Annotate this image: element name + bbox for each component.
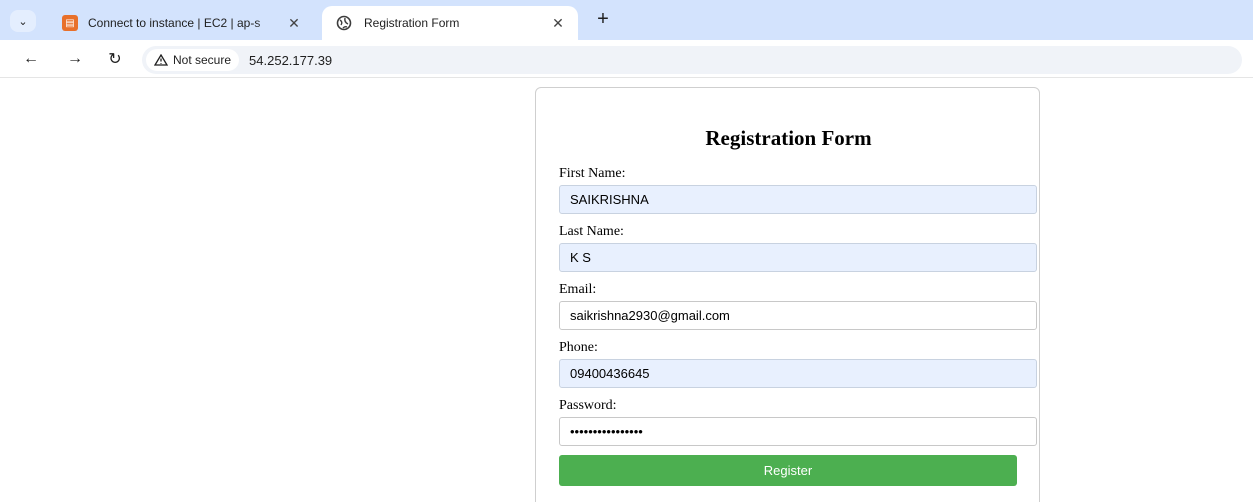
tab-strip: ⌄ ▤ Connect to instance | EC2 | ap-s ✕ R…	[0, 0, 1253, 40]
browser-toolbar: ← → ↻ Not secure 54.252.177.39	[0, 40, 1253, 78]
tab-ec2-connect[interactable]: ▤ Connect to instance | EC2 | ap-s ✕	[52, 6, 314, 40]
phone-input[interactable]	[559, 359, 1037, 388]
tab-registration-form[interactable]: Registration Form ✕	[322, 6, 578, 40]
password-input[interactable]	[559, 417, 1037, 446]
new-tab-button[interactable]: +	[592, 8, 614, 31]
register-button[interactable]: Register	[559, 455, 1017, 486]
email-label: Email:	[559, 282, 597, 297]
tab-title: Connect to instance | EC2 | ap-s	[88, 16, 261, 30]
first-name-input[interactable]	[559, 185, 1037, 214]
aws-favicon-icon: ▤	[62, 15, 78, 31]
first-name-label: First Name:	[559, 166, 626, 181]
tab-title: Registration Form	[364, 16, 460, 30]
globe-icon	[336, 15, 352, 31]
forward-button[interactable]: →	[64, 48, 86, 70]
form-title: Registration Form	[705, 126, 872, 150]
reload-button[interactable]: ↻	[104, 48, 126, 70]
arrow-right-icon: →	[67, 50, 83, 67]
close-icon[interactable]: ✕	[548, 15, 568, 32]
arrow-left-icon: ←	[23, 50, 39, 67]
last-name-label: Last Name:	[559, 224, 624, 239]
warning-icon	[154, 54, 168, 66]
address-bar[interactable]: Not secure 54.252.177.39	[142, 46, 1242, 74]
tab-search-button[interactable]: ⌄	[10, 10, 36, 32]
chevron-down-icon: ⌄	[18, 15, 28, 28]
security-chip[interactable]: Not secure	[146, 49, 240, 71]
registration-form-card: Registration Form First Name: Last Name:…	[535, 87, 1040, 502]
url-text[interactable]: 54.252.177.39	[249, 53, 332, 68]
last-name-input[interactable]	[559, 243, 1037, 272]
close-icon[interactable]: ✕	[284, 15, 304, 32]
back-button[interactable]: ←	[20, 48, 42, 70]
reload-icon: ↻	[108, 51, 122, 68]
plus-icon: +	[597, 8, 609, 30]
password-label: Password:	[559, 398, 617, 413]
email-input[interactable]	[559, 301, 1037, 330]
phone-label: Phone:	[559, 340, 598, 355]
security-label: Not secure	[173, 53, 232, 67]
